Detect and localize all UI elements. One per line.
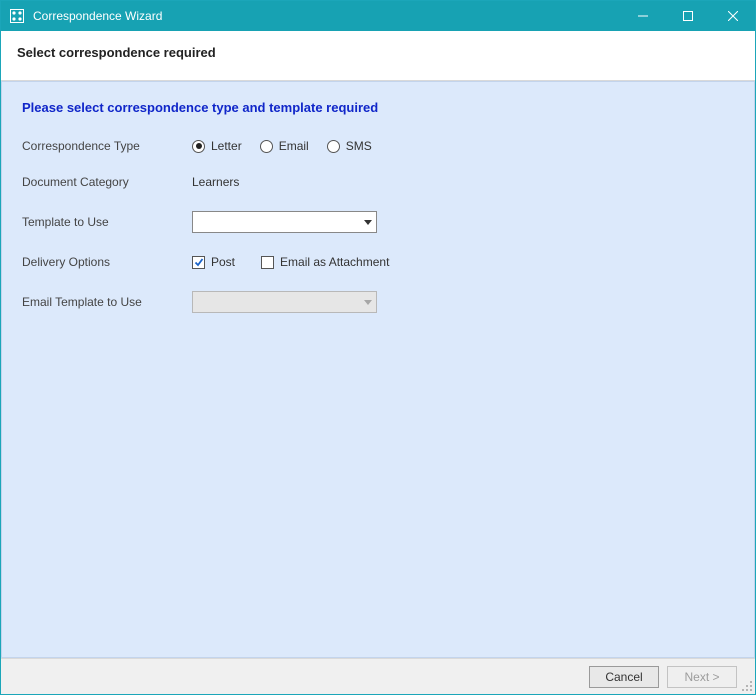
row-correspondence-type: Correspondence Type Letter Email SMS bbox=[22, 139, 734, 153]
window-controls bbox=[620, 1, 755, 31]
cancel-button[interactable]: Cancel bbox=[589, 666, 659, 688]
radio-letter-label: Letter bbox=[211, 139, 242, 153]
radio-sms-indicator bbox=[327, 140, 340, 153]
subheader-title: Select correspondence required bbox=[17, 45, 739, 60]
radio-sms[interactable]: SMS bbox=[327, 139, 372, 153]
document-category-value: Learners bbox=[192, 175, 239, 189]
cancel-button-label: Cancel bbox=[605, 670, 642, 684]
window-title: Correspondence Wizard bbox=[33, 9, 162, 23]
correspondence-type-group: Letter Email SMS bbox=[192, 139, 372, 153]
row-document-category: Document Category Learners bbox=[22, 175, 734, 189]
radio-email-indicator bbox=[260, 140, 273, 153]
checkbox-email-attachment-label: Email as Attachment bbox=[280, 255, 389, 269]
chevron-down-icon bbox=[364, 215, 372, 229]
instruction-text: Please select correspondence type and te… bbox=[22, 100, 734, 115]
label-correspondence-type: Correspondence Type bbox=[22, 139, 192, 153]
checkbox-email-attachment[interactable]: Email as Attachment bbox=[261, 255, 389, 269]
next-button-label: Next > bbox=[684, 670, 719, 684]
maximize-button[interactable] bbox=[665, 1, 710, 31]
subheader: Select correspondence required bbox=[1, 31, 755, 81]
minimize-button[interactable] bbox=[620, 1, 665, 31]
radio-email[interactable]: Email bbox=[260, 139, 309, 153]
content-panel: Please select correspondence type and te… bbox=[1, 81, 755, 658]
label-document-category: Document Category bbox=[22, 175, 192, 189]
next-button[interactable]: Next > bbox=[667, 666, 737, 688]
radio-sms-label: SMS bbox=[346, 139, 372, 153]
chevron-down-icon bbox=[364, 295, 372, 309]
checkbox-post-box bbox=[192, 256, 205, 269]
checkbox-post-label: Post bbox=[211, 255, 235, 269]
radio-letter[interactable]: Letter bbox=[192, 139, 242, 153]
label-template: Template to Use bbox=[22, 215, 192, 229]
radio-letter-indicator bbox=[192, 140, 205, 153]
titlebar: Correspondence Wizard bbox=[1, 1, 755, 31]
label-delivery-options: Delivery Options bbox=[22, 255, 192, 269]
template-dropdown[interactable] bbox=[192, 211, 377, 233]
checkbox-email-attachment-box bbox=[261, 256, 274, 269]
app-icon bbox=[9, 8, 25, 24]
row-email-template: Email Template to Use bbox=[22, 291, 734, 313]
email-template-dropdown bbox=[192, 291, 377, 313]
footer: Cancel Next > bbox=[1, 658, 755, 694]
wizard-window: Correspondence Wizard Select corresponde… bbox=[0, 0, 756, 695]
checkbox-post[interactable]: Post bbox=[192, 255, 235, 269]
label-email-template: Email Template to Use bbox=[22, 295, 192, 309]
row-delivery-options: Delivery Options Post Email as Attachmen… bbox=[22, 255, 734, 269]
resize-grip-icon[interactable] bbox=[741, 680, 753, 692]
close-button[interactable] bbox=[710, 1, 755, 31]
radio-email-label: Email bbox=[279, 139, 309, 153]
row-template: Template to Use bbox=[22, 211, 734, 233]
